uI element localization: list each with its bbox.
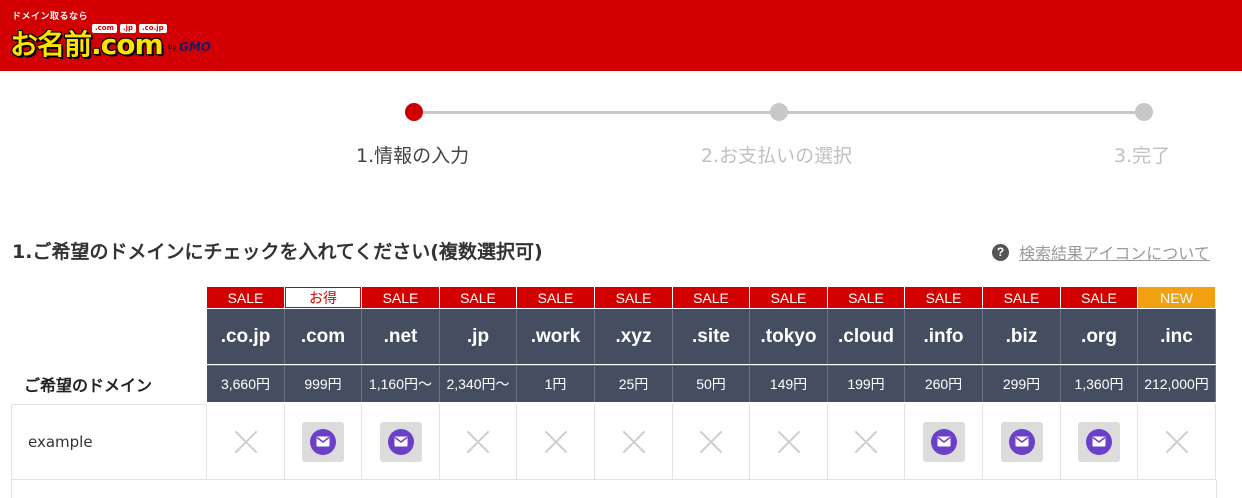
price-com: 999円: [285, 365, 362, 402]
result-cell-inc: [1138, 404, 1216, 480]
result-cell-xyz: [595, 404, 673, 480]
price-work: 1円: [517, 365, 595, 402]
tld-header-org: .org: [1061, 309, 1138, 364]
step-label-1: 1.情報の入力: [356, 145, 470, 167]
unavailable-x-icon: [543, 429, 569, 455]
result-cell-com[interactable]: [285, 404, 362, 480]
price-tokyo: 149円: [750, 365, 828, 402]
search-icon-help-link[interactable]: ? 検索結果アイコンについて: [992, 240, 1210, 264]
step-label-2: 2.お支払いの選択: [701, 145, 853, 167]
step-connector-1: [414, 111, 779, 114]
result-cell-info[interactable]: [905, 404, 983, 480]
search-term-cell: example: [11, 404, 207, 480]
available-checkbox-org[interactable]: [1078, 421, 1120, 462]
table-border-left: [11, 480, 12, 498]
logo-brand-name: お名前.com: [10, 28, 164, 61]
desired-domain-label: ご希望のドメイン: [24, 376, 153, 395]
price-cojp: 3,660円: [207, 365, 285, 402]
available-checkbox-biz[interactable]: [1000, 421, 1043, 462]
tld-header-cojp: .co.jp: [207, 309, 285, 364]
tld-header-com: .com: [285, 309, 362, 364]
badge-info: SALE: [905, 287, 982, 308]
unavailable-x-icon: [1164, 429, 1190, 455]
available-checkbox-com[interactable]: [302, 421, 344, 462]
badge-cloud: SALE: [828, 287, 904, 308]
price-inc: 212,000円: [1138, 365, 1216, 402]
help-link-text[interactable]: 検索結果アイコンについて: [1019, 240, 1210, 264]
site-header: ドメイン取るなら .com .jp .co.jp お名前.com by GMO: [0, 0, 1242, 71]
badge-work: SALE: [517, 287, 594, 308]
badge-inc: NEW: [1138, 287, 1215, 308]
step-label-3: 3.完了: [1114, 145, 1171, 167]
mail-icon: [930, 428, 957, 455]
available-checkbox-net[interactable]: [379, 421, 422, 462]
tld-header-info: .info: [905, 309, 983, 364]
table-border-right: [1216, 480, 1217, 498]
step-dot-2: [770, 103, 788, 121]
tld-header-xyz: .xyz: [595, 309, 673, 364]
result-cell-site: [673, 404, 750, 480]
price-site: 50円: [673, 365, 750, 402]
unavailable-x-icon: [621, 429, 647, 455]
unavailable-x-icon: [698, 429, 724, 455]
price-net: 1,160円〜: [362, 365, 440, 402]
badge-cojp: SALE: [207, 287, 284, 308]
tld-header-biz: .biz: [983, 309, 1061, 364]
mail-icon: [387, 428, 414, 455]
result-cell-net[interactable]: [362, 404, 440, 480]
unavailable-x-icon: [233, 429, 259, 455]
badge-net: SALE: [362, 287, 439, 308]
badge-com: お得: [285, 287, 361, 308]
unavailable-x-icon: [853, 429, 879, 455]
logo-gmo: GMO: [179, 40, 211, 54]
price-biz: 299円: [983, 365, 1061, 402]
result-cell-cloud: [828, 404, 905, 480]
tld-header-tokyo: .tokyo: [750, 309, 828, 364]
badge-org: SALE: [1061, 287, 1137, 308]
step-connector-2: [779, 111, 1144, 114]
unavailable-x-icon: [776, 429, 802, 455]
tld-header-work: .work: [517, 309, 595, 364]
mail-icon: [310, 428, 336, 455]
result-cell-cojp: [207, 404, 285, 480]
tld-header-cloud: .cloud: [828, 309, 905, 364]
step-dot-1: [405, 103, 423, 121]
unavailable-x-icon: [465, 429, 491, 455]
logo-by: by: [168, 43, 177, 51]
tld-header-inc: .inc: [1138, 309, 1216, 364]
price-info: 260円: [905, 365, 983, 402]
tld-header-jp: .jp: [440, 309, 517, 364]
step-dot-3: [1135, 103, 1153, 121]
badge-xyz: SALE: [595, 287, 672, 308]
badge-site: SALE: [673, 287, 749, 308]
price-xyz: 25円: [595, 365, 673, 402]
tld-header-site: .site: [673, 309, 750, 364]
result-cell-org[interactable]: [1061, 404, 1138, 480]
mail-icon: [1008, 428, 1035, 455]
available-checkbox-info[interactable]: [922, 421, 965, 462]
price-jp: 2,340円〜: [440, 365, 517, 402]
result-cell-biz[interactable]: [983, 404, 1061, 480]
price-org: 1,360円: [1061, 365, 1138, 402]
question-circle-icon: ?: [992, 243, 1009, 261]
logo-tagline: ドメイン取るなら: [12, 12, 89, 22]
result-cell-work: [517, 404, 595, 480]
mail-icon: [1086, 428, 1112, 455]
result-cell-tokyo: [750, 404, 828, 480]
badge-jp: SALE: [440, 287, 516, 308]
badge-tokyo: SALE: [750, 287, 827, 308]
result-cell-jp: [440, 404, 517, 480]
tld-header-net: .net: [362, 309, 440, 364]
onamae-logo[interactable]: ドメイン取るなら .com .jp .co.jp お名前.com by GMO: [10, 9, 240, 61]
search-term: example: [28, 433, 93, 451]
badge-biz: SALE: [983, 287, 1060, 308]
section-title: 1.ご希望のドメインにチェックを入れてください(複数選択可): [12, 241, 543, 263]
price-cloud: 199円: [828, 365, 905, 402]
